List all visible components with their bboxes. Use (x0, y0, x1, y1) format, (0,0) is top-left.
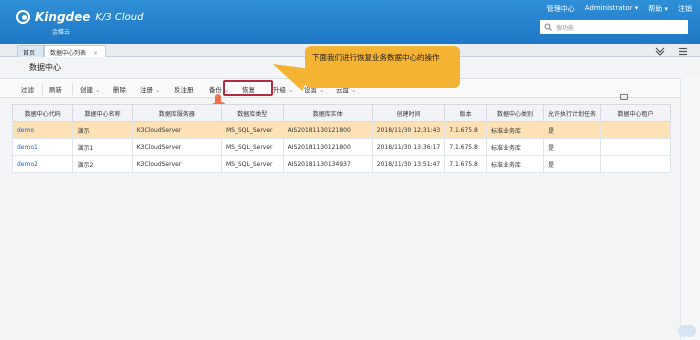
instruction-callout: 下面我们进行恢复业务数据中心的操作 (305, 46, 460, 88)
table-cell[interactable]: demo (11, 121, 74, 139)
table-cell: 演示1 (72, 138, 133, 156)
tab-data-center-list[interactable]: 数据中心列表 × (44, 45, 106, 57)
table-cell: K3CloudServer (131, 121, 222, 139)
cloud-icon[interactable] (678, 325, 696, 337)
column-header-version[interactable]: 版本 (444, 104, 487, 122)
delete-button[interactable]: 删除 (113, 84, 126, 94)
table-cell: 是 (543, 155, 601, 173)
table-cell[interactable]: demo2 (11, 155, 74, 173)
table-row[interactable]: demo2 演示2 K3CloudServer MS_SQL_Server AI… (11, 155, 671, 173)
column-header-scheduled-tasks[interactable]: 允许执行计划任务 (543, 104, 601, 122)
toolbar-separator (42, 83, 43, 95)
page-title: 数据中心 (29, 63, 61, 72)
close-icon[interactable]: × (93, 50, 98, 57)
nav-logout[interactable]: 注销 (678, 4, 692, 14)
chevron-down-icon: ⌄ (95, 86, 101, 94)
column-header-tenant[interactable]: 数据中心租户 (600, 104, 671, 122)
table-cell: 标准业务库 (485, 155, 545, 173)
table-cell: MS_SQL_Server (220, 138, 284, 156)
table-cell: 是 (543, 121, 601, 139)
table-cell: 2018/11/30 13:51:47 (371, 155, 446, 173)
restore-highlight-box (223, 80, 273, 96)
table-cell: 7.1.675.8 (444, 155, 487, 173)
top-header: Kingdee K/3 Cloud 金蝶云 管理中心 Administrator… (0, 0, 700, 44)
table-cell: AIS20181130121800 (282, 138, 373, 156)
tab-label: 数据中心列表 (50, 50, 87, 57)
table-cell: K3CloudServer (131, 138, 222, 156)
kingdee-logo-icon (16, 10, 30, 24)
table-cell: K3CloudServer (131, 155, 222, 173)
register-dropdown[interactable]: 注册 ⌄ (140, 84, 160, 94)
table-cell: 2018/11/30 13:36:17 (371, 138, 446, 156)
table-cell (600, 121, 671, 139)
table-cell: MS_SQL_Server (220, 121, 284, 139)
table-cell: 标准业务库 (485, 138, 545, 156)
nav-user-menu[interactable]: Administrator ▾ (585, 4, 638, 14)
filter-button[interactable]: 过滤 (21, 84, 34, 94)
column-header-code[interactable]: 数据中心代码 (11, 104, 74, 122)
brand-name: Kingdee (35, 10, 91, 24)
table-cell: 是 (543, 138, 601, 156)
brand-subtitle: 金蝶云 (52, 29, 71, 36)
tab-home[interactable]: 首页 (17, 45, 44, 57)
nav-management-center[interactable]: 管理中心 (547, 4, 575, 14)
refresh-button[interactable]: 刷新 (49, 84, 62, 94)
kingdee-logo: Kingdee K/3 Cloud (16, 10, 143, 24)
nav-help[interactable]: 帮助 ▾ (648, 4, 668, 14)
column-header-category[interactable]: 数据中心类别 (485, 104, 545, 122)
chevron-down-icon: ⌄ (155, 86, 161, 94)
data-center-table: 数据中心代码 数据中心名称 数据库服务器 数据库类型 数据库实体 创建时间 版本… (11, 104, 671, 173)
table-cell: AIS20181130121800 (282, 121, 373, 139)
column-header-name[interactable]: 数据中心名称 (72, 104, 133, 122)
table-cell (600, 138, 671, 156)
table-cell (600, 155, 671, 173)
chevron-down-icon: ▾ (664, 5, 668, 13)
unregister-button[interactable]: 反注册 (174, 84, 194, 94)
table-cell: 演示2 (72, 155, 133, 173)
function-search-input[interactable]: 搜功能 (540, 20, 688, 34)
table-cell: MS_SQL_Server (220, 155, 284, 173)
product-name: K/3 Cloud (95, 11, 144, 23)
expand-icon[interactable] (655, 47, 665, 56)
column-header-db-entity[interactable]: 数据库实体 (282, 104, 373, 122)
table-cell[interactable]: demo1 (11, 138, 74, 156)
table-cell: 演示 (72, 121, 133, 139)
chevron-down-icon: ⌄ (288, 86, 294, 94)
column-header-created[interactable]: 创建时间 (371, 104, 446, 122)
column-header-db-type[interactable]: 数据库类型 (220, 104, 284, 122)
view-settings-icon[interactable] (620, 94, 628, 100)
toolbar-separator (72, 83, 73, 95)
table-cell: AIS20181130134937 (282, 155, 373, 173)
table-cell: 2018/11/30 12:31:43 (371, 121, 446, 139)
menu-icon[interactable] (678, 47, 688, 56)
table-cell: 7.1.675.8 (444, 121, 487, 139)
create-dropdown[interactable]: 创建 ⌄ (80, 84, 100, 94)
top-navigation: 管理中心 Administrator ▾ 帮助 ▾ 注销 (547, 4, 692, 14)
column-header-server[interactable]: 数据库服务器 (131, 104, 222, 122)
table-header-row: 数据中心代码 数据中心名称 数据库服务器 数据库类型 数据库实体 创建时间 版本… (11, 104, 671, 122)
chevron-down-icon: ▾ (634, 4, 639, 12)
search-icon (544, 23, 552, 31)
table-row[interactable]: demo1 演示1 K3CloudServer MS_SQL_Server AI… (11, 138, 671, 156)
right-scroll-rail[interactable] (680, 78, 700, 340)
search-placeholder: 搜功能 (556, 24, 575, 32)
table-row[interactable]: demo 演示 K3CloudServer MS_SQL_Server AIS2… (11, 121, 671, 139)
table-cell: 标准业务库 (485, 121, 545, 139)
table-cell: 7.1.675.8 (444, 138, 487, 156)
